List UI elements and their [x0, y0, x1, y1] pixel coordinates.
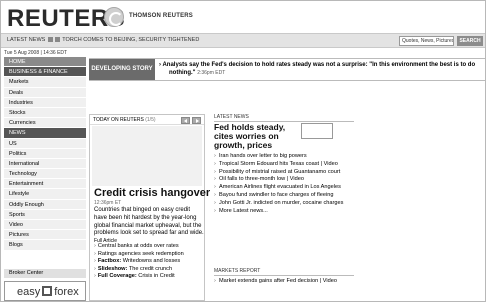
- today-on-reuters-panel: TODAY ON REUTERS (1/5) Credit crisis han…: [89, 114, 210, 301]
- nav-item[interactable]: Video: [4, 220, 86, 231]
- nav-item[interactable]: Industries: [4, 97, 86, 108]
- nav-item[interactable]: Lifestyle: [4, 189, 86, 200]
- nav-item[interactable]: US: [4, 138, 86, 149]
- latest-news-item[interactable]: American Airlines flight evacuated in Lo…: [214, 184, 354, 191]
- nav-item[interactable]: BUSINESS & FINANCE: [4, 67, 86, 78]
- today-related-links: Central banks at odds over ratesRatings …: [94, 243, 204, 281]
- today-headline[interactable]: Credit crisis hangover: [94, 187, 210, 199]
- related-link[interactable]: Slideshow: The credit crunch: [94, 266, 204, 274]
- ticker-label: LATEST NEWS: [7, 37, 46, 43]
- latest-news-item[interactable]: John Gotti Jr. indicted on murder, cocai…: [214, 200, 354, 207]
- previous-story-button[interactable]: [181, 117, 190, 124]
- latest-news-item[interactable]: Iran hands over letter to big powers: [214, 153, 354, 160]
- search-button[interactable]: SEARCH: [457, 36, 483, 46]
- related-link[interactable]: Central banks at odds over rates: [94, 243, 204, 251]
- nav-item[interactable]: HOME: [4, 57, 86, 68]
- markets-report: MARKETS REPORT Market extends gains afte…: [214, 268, 354, 285]
- next-story-button[interactable]: [192, 117, 201, 124]
- related-link-text: Crisis in Credit: [136, 273, 175, 280]
- today-timestamp: 12:36pm ET: [94, 200, 122, 206]
- site-header: REUTERS THOMSON REUTERS: [1, 1, 485, 33]
- markets-report-item[interactable]: Market extends gains after Fed decision …: [214, 278, 354, 285]
- easy-forex-logo: easy forex: [17, 286, 79, 298]
- developing-story-time: 2:36pm EDT: [197, 70, 226, 76]
- nav-item[interactable]: Oddly Enough: [4, 199, 86, 210]
- developing-story-bar: DEVELOPING STORY › Analysts say the Fed'…: [89, 58, 485, 81]
- nav-item[interactable]: NEWS: [4, 128, 86, 139]
- nav-item[interactable]: Technology: [4, 169, 86, 180]
- markets-report-title: MARKETS REPORT: [214, 268, 354, 276]
- latest-news-item[interactable]: Possibility of mistrial raised at Guanta…: [214, 169, 354, 176]
- today-summary: Countries that binged on easy credit hav…: [94, 207, 204, 245]
- developing-story-headline[interactable]: › Analysts say the Fed's decision to hol…: [159, 62, 475, 68]
- ticker-next-icon[interactable]: [54, 37, 60, 43]
- related-link-prefix: Factbox:: [97, 258, 122, 265]
- news-ticker: LATEST NEWS TORCH COMES TO BEIJING, SECU…: [1, 33, 485, 48]
- related-link-prefix: Slideshow:: [97, 265, 128, 272]
- latest-news-item[interactable]: Bayou fund swindler to face charges of f…: [214, 192, 354, 199]
- broker-center-title: Broker Center: [4, 269, 86, 278]
- nav-item[interactable]: Politics: [4, 148, 86, 159]
- latest-news-list: Iran hands over letter to big powersTrop…: [214, 153, 354, 215]
- latest-news-item[interactable]: Oil falls to three-month low | Video: [214, 176, 354, 183]
- nav-item[interactable]: Stocks: [4, 107, 86, 119]
- related-link-prefix: Full Coverage:: [97, 273, 137, 280]
- today-counter: (1/5): [145, 117, 156, 123]
- nav-item[interactable]: Deals: [4, 87, 86, 98]
- related-link[interactable]: Factbox: Writedowns and losses: [94, 258, 204, 266]
- thomson-reuters-logo-icon: [104, 7, 124, 27]
- related-link-text: Central banks at odds over rates: [97, 243, 179, 249]
- thomson-reuters-wordmark: THOMSON REUTERS: [129, 13, 194, 19]
- nav-item[interactable]: Entertainment: [4, 179, 86, 190]
- quote-search-input[interactable]: Quotes, News, Pictures & Video: [399, 36, 454, 46]
- nav-item[interactable]: International: [4, 158, 86, 170]
- lead-thumbnail[interactable]: [301, 123, 333, 139]
- nav-item[interactable]: Pictures: [4, 230, 86, 241]
- related-link-text: The credit crunch: [127, 265, 173, 272]
- nav-item[interactable]: Markets: [4, 77, 86, 88]
- nav-item[interactable]: Sports: [4, 209, 86, 220]
- latest-news-item[interactable]: More Latest news...: [214, 208, 354, 215]
- latest-news-header: LATEST NEWS: [214, 114, 354, 122]
- related-link-text: Writedowns and losses: [121, 258, 181, 265]
- related-link[interactable]: Ratings agencies seek redemption: [94, 251, 204, 259]
- nav-item[interactable]: Blogs: [4, 240, 86, 251]
- ticker-pause-icon[interactable]: [47, 37, 53, 43]
- latest-news-title: LATEST NEWS: [214, 114, 354, 122]
- forex-box-icon: [42, 286, 53, 296]
- latest-lead-headline[interactable]: Fed holds steady, cites worries on growt…: [214, 123, 302, 150]
- ticker-headline[interactable]: TORCH COMES TO BEIJING, SECURITY TIGHTEN…: [62, 37, 199, 43]
- latest-news-item[interactable]: Tropical Storm Edouard hits Texas coast …: [214, 161, 354, 168]
- left-navigation: HOME BUSINESS & FINANCE Markets Deals Indust…: [4, 57, 86, 251]
- easy-forex-ad[interactable]: easy forex: [4, 281, 86, 301]
- nav-item[interactable]: Currencies: [4, 118, 86, 129]
- developing-story-label: DEVELOPING STORY: [89, 59, 155, 80]
- story-photo[interactable]: [92, 126, 202, 186]
- related-link[interactable]: Full Coverage: Crisis in Credit: [94, 273, 204, 281]
- markets-report-list: Market extends gains after Fed decision …: [214, 278, 354, 285]
- ticker-text: LATEST NEWS TORCH COMES TO BEIJING, SECU…: [7, 37, 199, 43]
- related-link-text: Ratings agencies seek redemption: [97, 250, 184, 257]
- dateline: Tue 5 Aug 2008 | 14:36 EDT: [4, 50, 68, 56]
- developing-story-headline-cont[interactable]: nothing." 2:36pm EDT: [169, 70, 225, 76]
- browser-page: REUTERS THOMSON REUTERS LATEST NEWS TORC…: [0, 0, 486, 302]
